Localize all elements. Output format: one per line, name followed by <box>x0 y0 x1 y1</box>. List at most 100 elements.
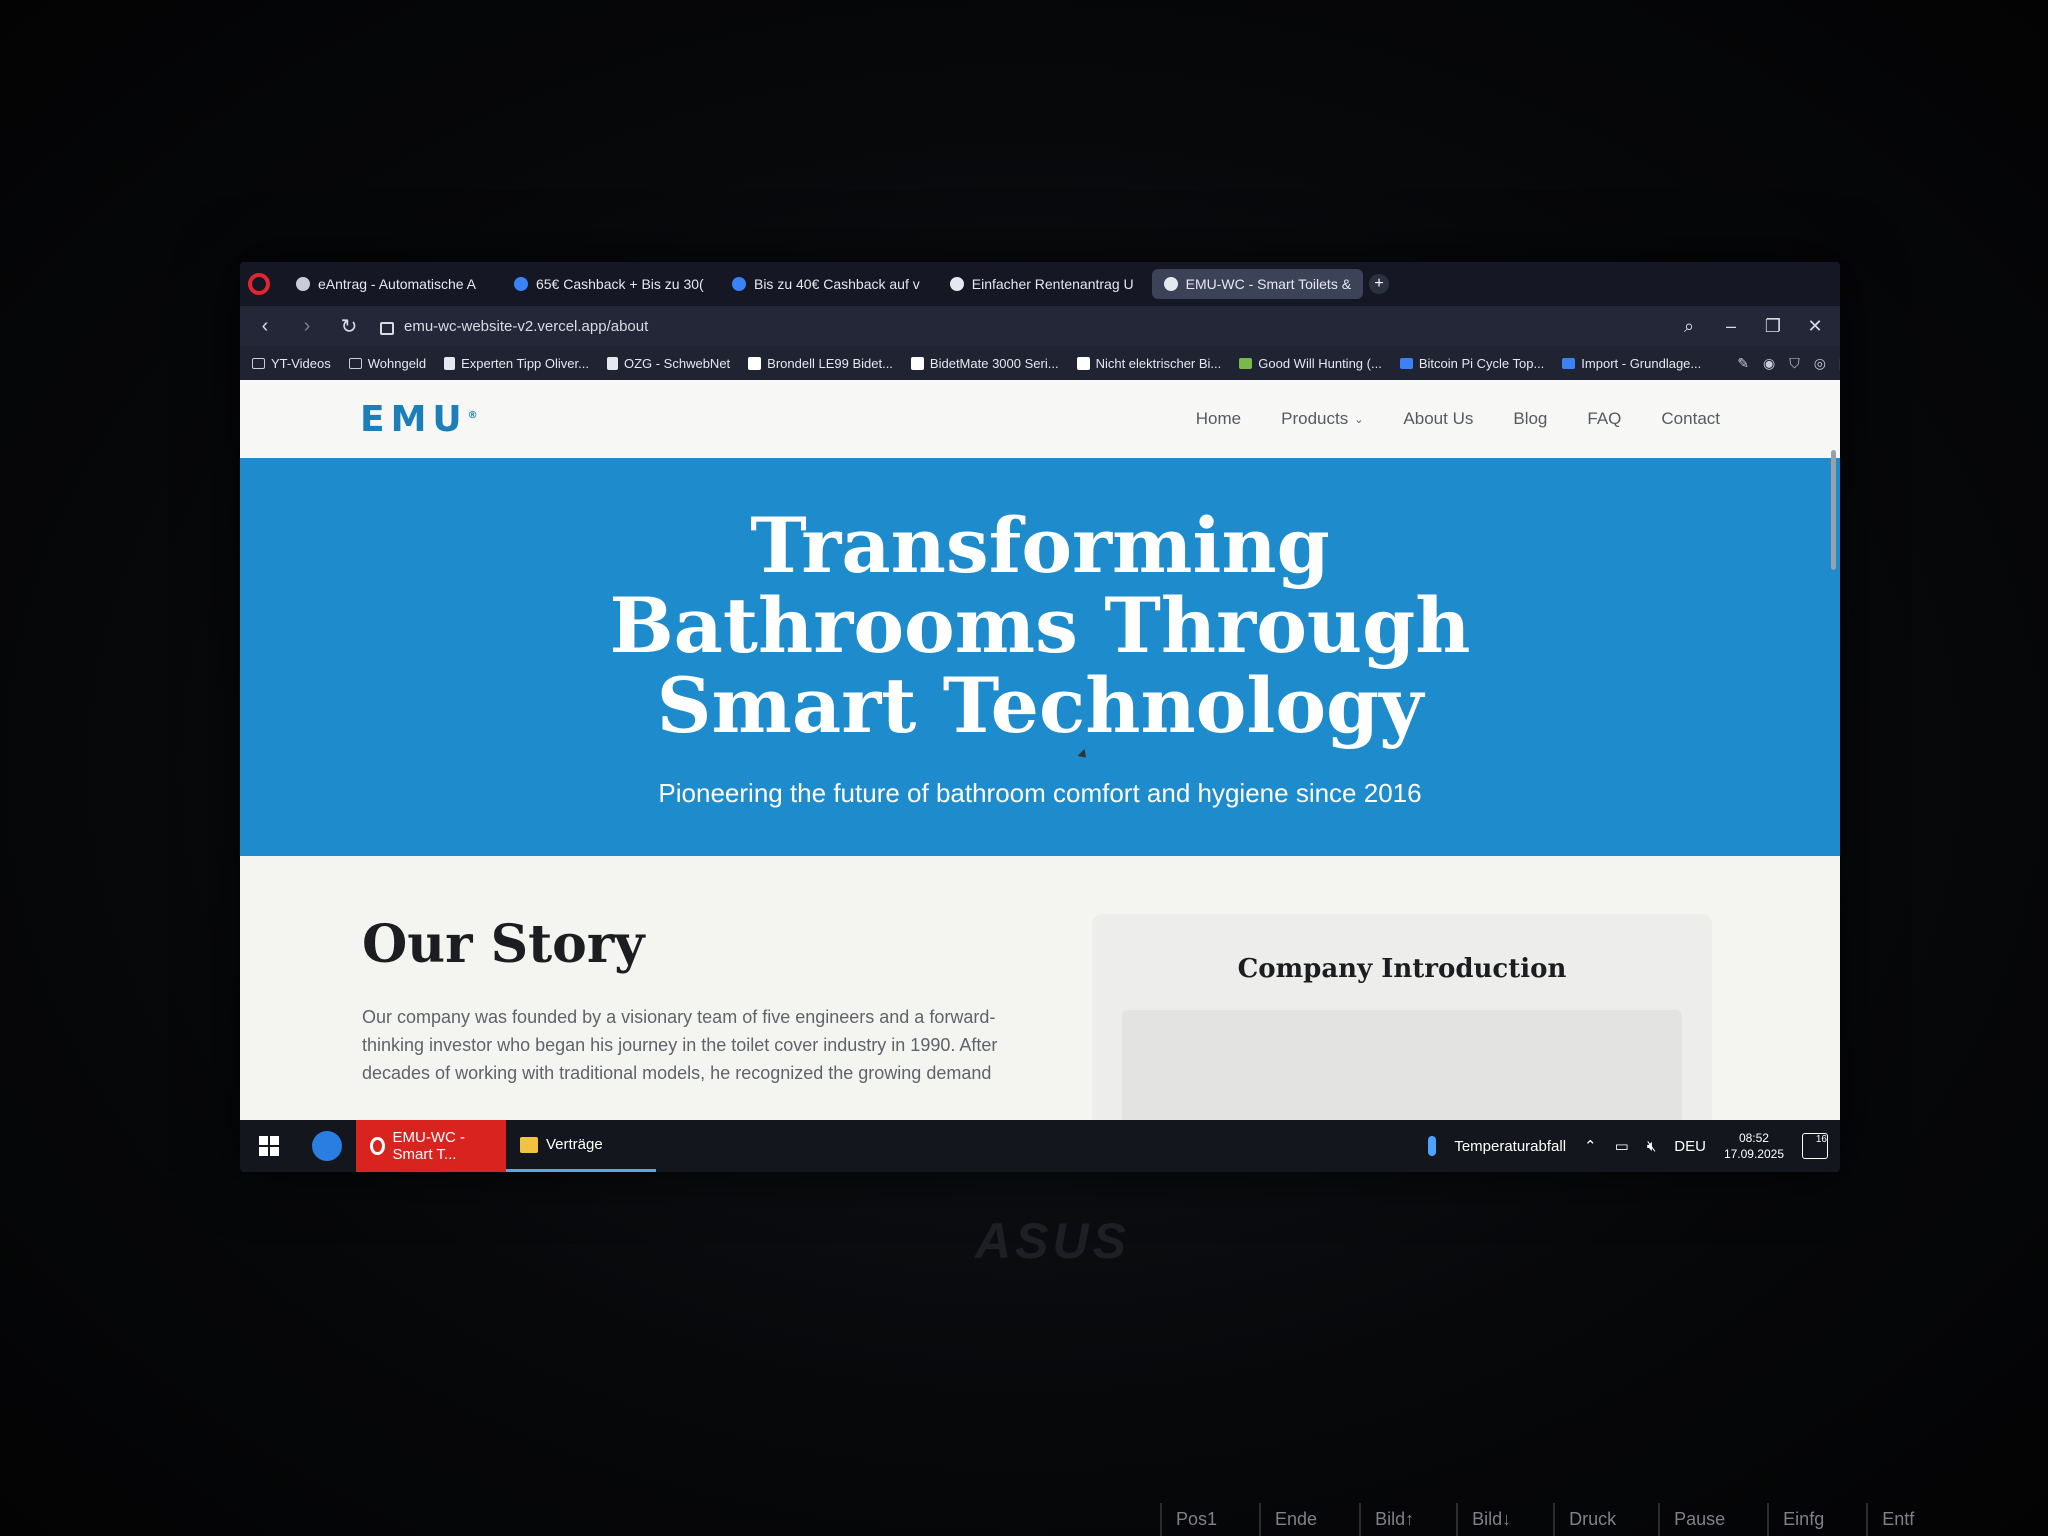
weather-text[interactable]: Temperaturabfall <box>1454 1138 1566 1155</box>
chevron-down-icon: ⌄ <box>1354 413 1364 426</box>
bookmark-import[interactable]: Import - Grundlage... <box>1562 356 1701 371</box>
notification-icon[interactable]: 16 <box>1802 1133 1828 1159</box>
taskbar: EMU-WC - Smart T... Verträge Temperatura… <box>240 1120 1840 1172</box>
web-favicon-icon <box>296 277 310 291</box>
tab-label: Einfacher Rentenantrag U <box>971 276 1134 292</box>
logo-text: EMU <box>360 398 468 440</box>
tab-label: EMU-WC - Smart Toilets & <box>1185 276 1352 292</box>
bookmark-label: Experten Tipp Oliver... <box>461 355 589 371</box>
tab-label: eAntrag - Automatische A <box>318 276 476 292</box>
key-entf: Entf <box>1866 1503 1928 1536</box>
shield-icon[interactable]: ⛉ <box>1789 355 1800 372</box>
key-bild-down: Bild↓ <box>1456 1503 1525 1536</box>
chevron-up-icon[interactable]: ⌃ <box>1584 1137 1597 1155</box>
restore-icon[interactable]: ❐ <box>1762 316 1784 337</box>
speaker-muted-icon[interactable]: 🔇︎ <box>1647 1138 1656 1155</box>
tab-cashback-40[interactable]: Bis zu 40€ Cashback auf v <box>720 269 932 299</box>
task-label: EMU-WC - Smart T... <box>392 1129 465 1163</box>
cashback-favicon-icon <box>513 277 528 291</box>
key-ende: Ende <box>1259 1503 1331 1536</box>
tab-rentenantrag[interactable]: Einfacher Rentenantrag U <box>938 269 1146 299</box>
bookmark-ozg[interactable]: OZG - SchwebNet <box>606 356 730 371</box>
nav-products[interactable]: Products ⌄ <box>1281 409 1363 429</box>
opera-logo-icon[interactable] <box>248 273 270 295</box>
search-icon[interactable]: ⌕ <box>1678 316 1700 337</box>
url-field[interactable]: emu-wc-website-v2.vercel.app/about <box>380 318 648 335</box>
clock[interactable]: 08:52 17.09.2025 <box>1724 1130 1784 1162</box>
bookmark-experten-tipp[interactable]: Experten Tipp Oliver... <box>444 356 589 371</box>
logo-mark: ® <box>467 409 478 421</box>
bookmark-label: Nicht elektrischer Bi... <box>1095 355 1222 371</box>
image-icon <box>1239 357 1253 369</box>
bookmark-good-will-hunting[interactable]: Good Will Hunting (... <box>1239 356 1382 371</box>
folder-icon <box>520 1136 538 1153</box>
key-bild-up: Bild↑ <box>1359 1503 1428 1536</box>
lock-icon <box>380 321 394 335</box>
minimize-icon[interactable]: – <box>1720 316 1742 337</box>
key-pos1: Pos1 <box>1160 1503 1231 1536</box>
nav-blog[interactable]: Blog <box>1513 409 1547 429</box>
bookmark-brondell[interactable]: Brondell LE99 Bidet... <box>748 356 893 371</box>
battery-icon[interactable]: ▭ <box>1615 1137 1629 1155</box>
pinned-app-icon[interactable] <box>312 1131 342 1161</box>
windows-logo-icon <box>259 1136 279 1156</box>
nav-faq[interactable]: FAQ <box>1587 409 1621 429</box>
bookmark-label: Bitcoin Pi Cycle Top... <box>1418 355 1545 371</box>
story-column: Our Story Our company was founded by a v… <box>362 914 1022 1120</box>
task-label: Verträge <box>546 1136 603 1153</box>
tab-cashback-65[interactable]: 65€ Cashback + Bis zu 30( <box>494 269 714 299</box>
vpn-icon[interactable]: ◎ <box>1814 355 1826 372</box>
company-intro-card: Company Introduction <box>1092 914 1712 1120</box>
reload-icon[interactable]: ↻ <box>338 314 360 339</box>
chart-icon <box>1399 357 1413 369</box>
taskbar-explorer[interactable]: Verträge <box>506 1120 656 1172</box>
hero-subtitle: Pioneering the future of bathroom comfor… <box>658 777 1422 808</box>
bookmark-label: Wohngeld <box>367 355 427 371</box>
start-button[interactable] <box>240 1136 298 1156</box>
opera-icon <box>370 1137 385 1155</box>
tab-strip: eAntrag - Automatische A 65€ Cashback + … <box>240 262 1840 306</box>
folder-icon <box>348 357 362 369</box>
bookmark-yt-videos[interactable]: YT-Videos <box>252 356 331 371</box>
video-placeholder[interactable] <box>1122 1010 1682 1120</box>
keyboard-row: Pos1 Ende Bild↑ Bild↓ Druck Pause Einfg … <box>0 1476 2048 1536</box>
new-tab-button[interactable]: + <box>1369 274 1390 294</box>
bookmark-wohngeld[interactable]: Wohngeld <box>348 355 427 371</box>
nav-home[interactable]: Home <box>1196 409 1241 429</box>
bookmark-nicht-elektrisch[interactable]: Nicht elektrischer Bi... <box>1076 355 1222 371</box>
edit-icon[interactable]: ✎ <box>1737 355 1749 372</box>
card-heading: Company Introduction <box>1237 954 1567 984</box>
language-indicator[interactable]: DEU <box>1674 1138 1706 1155</box>
tab-emu-wc[interactable]: EMU-WC - Smart Toilets & <box>1151 269 1364 299</box>
forward-arrow-icon[interactable]: › <box>296 315 318 338</box>
hero-section: Transforming Bathrooms Through Smart Tec… <box>240 458 1840 856</box>
close-icon[interactable]: ✕ <box>1804 316 1826 337</box>
story-heading: Our Story <box>362 914 645 975</box>
cashback-favicon-icon <box>731 277 746 291</box>
laptop-screen: eAntrag - Automatische A 65€ Cashback + … <box>240 262 1840 1172</box>
nav-contact[interactable]: Contact <box>1661 409 1720 429</box>
key-pause: Pause <box>1658 1503 1739 1536</box>
clock-date: 17.09.2025 <box>1723 1147 1784 1161</box>
scrollbar-thumb[interactable] <box>1831 450 1836 570</box>
camera-icon[interactable]: ◉ <box>1763 355 1775 372</box>
amazon-icon <box>1076 356 1090 370</box>
tab-eantrag[interactable]: eAntrag - Automatische A <box>284 269 488 299</box>
amazon-icon <box>748 356 762 370</box>
page-icon <box>444 356 456 370</box>
bookmark-bitcoin[interactable]: Bitcoin Pi Cycle Top... <box>1399 355 1545 371</box>
url-text: emu-wc-website-v2.vercel.app/about <box>404 317 649 335</box>
story-text: Our company was founded by a visionary t… <box>362 1007 998 1083</box>
taskbar-opera[interactable]: EMU-WC - Smart T... <box>356 1120 506 1172</box>
emu-logo[interactable]: EMU® <box>360 399 478 440</box>
bookmark-label: YT-Videos <box>271 355 331 371</box>
bookmark-label: BidetMate 3000 Seri... <box>929 355 1059 371</box>
asus-logo: ASUS <box>975 1213 1130 1269</box>
web-favicon-icon <box>949 277 964 291</box>
system-tray: Temperaturabfall ⌃ ▭ 🔇︎ DEU 08:52 17.09.… <box>1428 1130 1840 1162</box>
nav-about-us[interactable]: About Us <box>1403 409 1473 429</box>
folder-icon <box>252 357 265 369</box>
back-arrow-icon[interactable]: ‹ <box>254 315 276 338</box>
bookmark-bidetmate[interactable]: BidetMate 3000 Seri... <box>910 355 1059 371</box>
page-icon <box>606 356 618 370</box>
